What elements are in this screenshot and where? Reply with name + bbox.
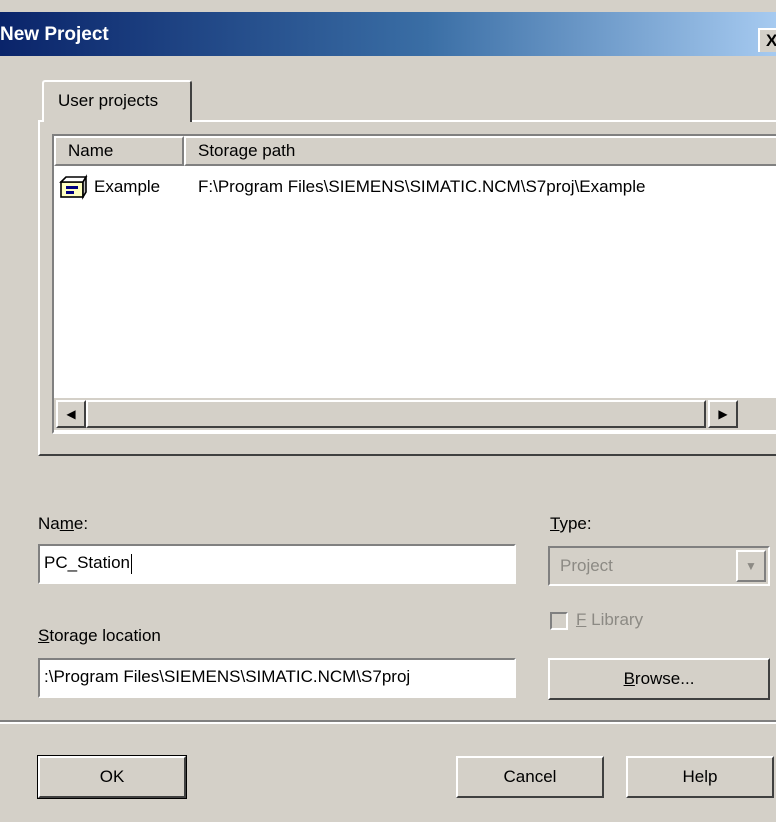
- storage-location-label: Storage location: [38, 626, 161, 645]
- project-name-input[interactable]: PC_Station: [38, 544, 516, 584]
- project-list[interactable]: Name Storage path Example F:\Program Fil…: [52, 134, 776, 434]
- tab-label: User projects: [58, 91, 159, 110]
- horizontal-scrollbar[interactable]: ◀ ▶: [54, 398, 776, 430]
- cancel-button[interactable]: Cancel: [456, 756, 604, 798]
- close-icon: X: [766, 31, 776, 50]
- window-title: New Project: [0, 24, 109, 45]
- f-library-checkbox[interactable]: [550, 612, 568, 630]
- dropdown-button[interactable]: ▼: [736, 550, 766, 582]
- help-button[interactable]: Help: [626, 756, 774, 798]
- browse-button[interactable]: Browse...: [548, 658, 770, 700]
- name-label: Name:: [38, 514, 89, 533]
- list-item[interactable]: Example F:\Program Files\SIEMENS\SIMATIC…: [54, 174, 776, 202]
- close-button[interactable]: X: [758, 28, 776, 52]
- separator: [0, 720, 776, 724]
- arrow-right-icon: ▶: [718, 407, 728, 421]
- scroll-left-button[interactable]: ◀: [56, 400, 86, 428]
- chevron-down-icon: ▼: [745, 559, 757, 573]
- type-select-value: Project: [560, 556, 613, 575]
- project-name: Example: [94, 177, 161, 196]
- project-icon: [59, 174, 88, 200]
- title-bar[interactable]: New Project X: [0, 12, 776, 56]
- text-caret: [131, 553, 132, 574]
- scroll-thumb[interactable]: [86, 400, 706, 428]
- f-library-label[interactable]: F Library: [576, 610, 643, 630]
- storage-location-input[interactable]: :\Program Files\SIEMENS\SIMATIC.NCM\S7pr…: [38, 658, 516, 698]
- column-header-name[interactable]: Name: [54, 136, 184, 166]
- column-header-storage-path[interactable]: Storage path: [184, 136, 776, 166]
- new-project-dialog: New Project X User projects Name Storage…: [0, 0, 776, 822]
- arrow-left-icon: ◀: [66, 407, 76, 421]
- type-select[interactable]: Project ▼: [548, 546, 770, 586]
- ok-button[interactable]: OK: [37, 755, 187, 799]
- project-path: F:\Program Files\SIEMENS\SIMATIC.NCM\S7p…: [198, 177, 646, 196]
- tab-user-projects[interactable]: User projects: [42, 80, 192, 122]
- scroll-right-button[interactable]: ▶: [708, 400, 738, 428]
- type-label: Type:: [550, 514, 592, 533]
- list-header: Name Storage path: [54, 136, 776, 166]
